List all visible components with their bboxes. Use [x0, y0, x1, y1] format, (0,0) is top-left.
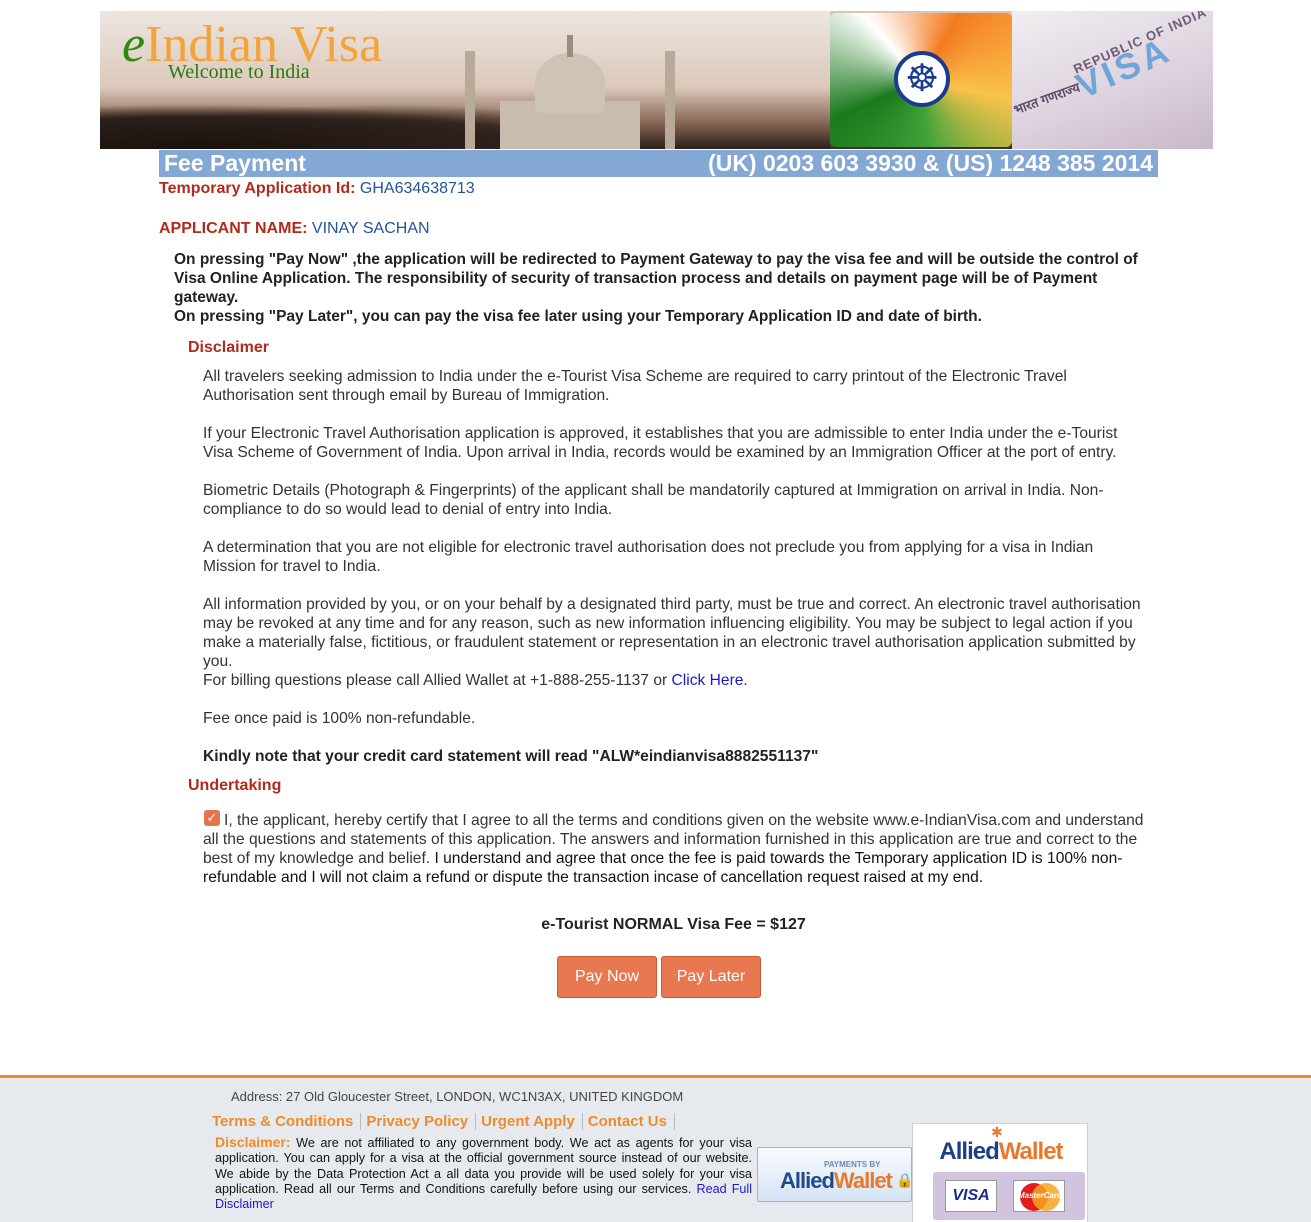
footer-link-privacy[interactable]: Privacy Policy — [366, 1113, 477, 1130]
application-id-value: GHA634638713 — [359, 180, 475, 197]
disclaimer-paragraph: Biometric Details (Photograph & Fingerpr… — [203, 482, 1104, 518]
footer-link-terms[interactable]: Terms & Conditions — [212, 1113, 362, 1130]
allied-wallet-logo-text: AlliedWallet — [939, 1138, 1063, 1165]
applicant-name-row: APPLICANT NAME: VINAY SACHAN — [159, 220, 430, 238]
ashoka-chakra-icon: ☸ — [894, 51, 950, 107]
footer-disclaimer-label: Disclaimer: — [215, 1134, 291, 1150]
footer: Address: 27 Old Gloucester Street, LONDO… — [0, 1075, 1311, 1222]
undertaking-checkbox[interactable]: ✓ — [204, 810, 220, 826]
contact-phones: (UK) 0203 603 3930 & (US) 1248 385 2014 — [708, 150, 1153, 176]
passport-hindi-text: भारत गणराज्य — [1012, 79, 1082, 118]
application-id-label: Temporary Application Id: — [159, 180, 356, 197]
flag-swirl-image: ☸ — [830, 13, 1012, 147]
footer-link-contact[interactable]: Contact Us — [588, 1113, 675, 1130]
pay-now-button[interactable]: Pay Now — [557, 956, 657, 998]
billing-click-here-link[interactable]: Click Here. — [672, 672, 748, 689]
taj-mahal-image — [460, 31, 680, 149]
undertaking-text: I, the applicant, hereby certify that I … — [203, 811, 1148, 887]
lock-icon: 🔒 — [896, 1172, 914, 1188]
disclaimer-paragraph: A determination that you are not eligibl… — [203, 539, 1094, 575]
passport-visa-image: REPUBLIC OF INDIA VISA भारत गणराज्य — [1012, 11, 1213, 149]
visa-fee-label: e-Tourist NORMAL Visa Fee = $127 — [541, 916, 806, 933]
disclaimer-paragraph: All information provided by you, or on y… — [203, 596, 1141, 670]
tagline: Welcome to India — [168, 61, 310, 83]
disclaimer-paragraph: If your Electronic Travel Authorisation … — [203, 425, 1118, 461]
payments-by-allied-wallet-badge: PAYMENTS BY AlliedWallet 🔒 — [757, 1147, 914, 1202]
logo-e: e — [122, 16, 146, 73]
visa-card-icon: VISA — [945, 1180, 997, 1212]
footer-links: Terms & Conditions Privacy Policy Urgent A… — [212, 1113, 680, 1130]
disclaimer-paragraph: All travelers seeking admission to India… — [203, 368, 1067, 404]
undertaking-heading: Undertaking — [188, 777, 282, 794]
billing-text: For billing questions please call Allied… — [203, 672, 672, 689]
applicant-name-value: VINAY SACHAN — [311, 220, 430, 237]
allied-wallet-cards-badge: ✱ AlliedWallet VISA MasterCard — [912, 1123, 1088, 1222]
page-title-bar: Fee Payment (UK) 0203 603 3930 & (US) 12… — [159, 150, 1158, 177]
applicant-name-label: APPLICANT NAME: — [159, 220, 308, 237]
header-banner: eIndian Visa Welcome to India ☸ REPUBLIC… — [100, 11, 1213, 149]
pay-later-notice: On pressing "Pay Later", you can pay the… — [174, 308, 982, 325]
footer-disclaimer: Disclaimer: We are not affiliated to any… — [215, 1134, 752, 1212]
disclaimer-heading: Disclaimer — [188, 339, 269, 356]
refund-note: Fee once paid is 100% non-refundable. — [203, 710, 476, 727]
mastercard-icon: MasterCard — [1013, 1180, 1065, 1212]
footer-link-urgent-apply[interactable]: Urgent Apply — [481, 1113, 583, 1130]
application-id-row: Temporary Application Id: GHA634638713 — [159, 180, 475, 198]
footer-disclaimer-text: We are not affiliated to any government … — [215, 1136, 752, 1196]
pay-now-notice: On pressing "Pay Now" ,the application w… — [174, 251, 1138, 306]
accepted-cards: VISA MasterCard — [933, 1172, 1085, 1220]
page-title: Fee Payment — [164, 150, 306, 176]
billing-questions: For billing questions please call Allied… — [203, 671, 1148, 690]
badge-allied-wallet-name: AlliedWallet — [780, 1168, 893, 1193]
footer-address: Address: 27 Old Gloucester Street, LONDO… — [231, 1089, 684, 1104]
pay-later-button[interactable]: Pay Later — [661, 956, 761, 998]
statement-note: Kindly note that your credit card statem… — [203, 748, 819, 765]
